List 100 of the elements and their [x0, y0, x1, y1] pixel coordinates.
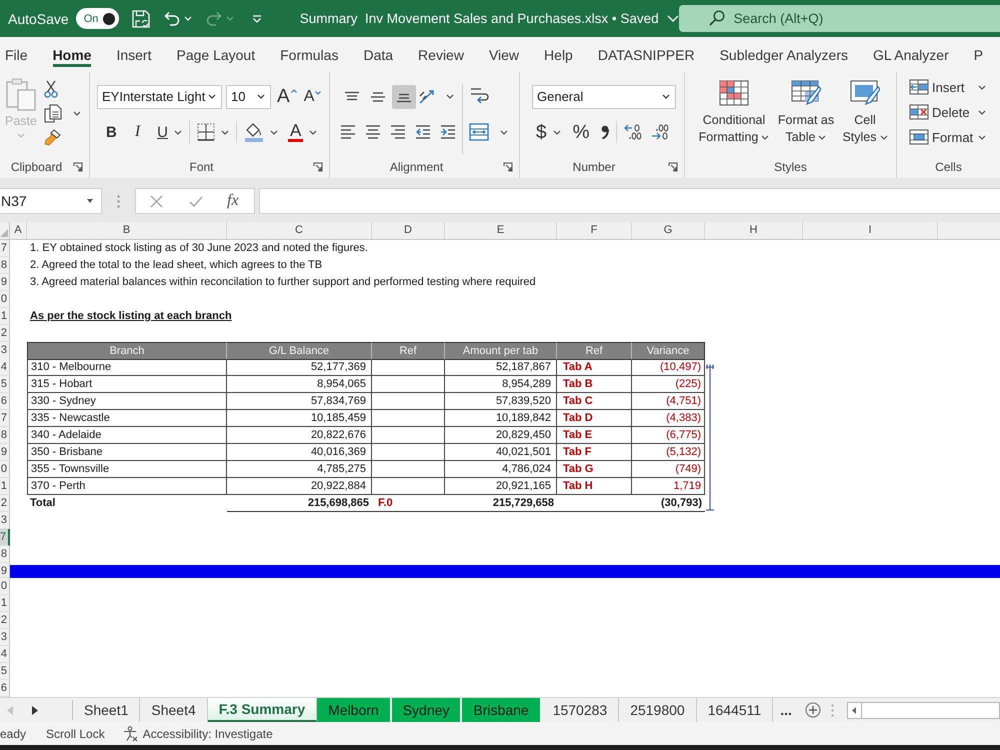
- ribbon-tab[interactable]: Data: [363, 37, 394, 67]
- underline-button[interactable]: U: [157, 124, 168, 140]
- row-header[interactable]: 6: [0, 680, 10, 697]
- row-header[interactable]: 7: [0, 410, 10, 427]
- sheet-tab[interactable]: Melborn: [317, 698, 392, 722]
- insert-cells-button[interactable]: Insert: [909, 78, 1000, 96]
- row-header[interactable]: 5: [0, 663, 10, 680]
- enter-checkmark-icon[interactable]: [189, 196, 203, 206]
- caret-icon[interactable]: [174, 130, 182, 134]
- caret-icon[interactable]: [73, 111, 81, 116]
- grip-icon[interactable]: [117, 194, 120, 208]
- row-header[interactable]: 0: [0, 461, 10, 478]
- column-header[interactable]: D: [372, 222, 445, 239]
- ribbon-tab[interactable]: Help: [544, 37, 573, 67]
- caret-icon[interactable]: [208, 94, 216, 99]
- search-field[interactable]: Search (Alt+Q): [678, 5, 1000, 32]
- dialog-launcher-icon[interactable]: [503, 162, 513, 172]
- caret-icon[interactable]: [500, 130, 508, 134]
- dialog-launcher-icon[interactable]: [668, 162, 678, 172]
- row-header[interactable]: 1: [0, 595, 10, 612]
- align-left-icon[interactable]: [340, 125, 356, 139]
- dialog-launcher-icon[interactable]: [313, 162, 323, 172]
- caret-icon[interactable]: [880, 135, 888, 140]
- number-format-dropdown[interactable]: General: [532, 84, 676, 108]
- row-header[interactable]: 4: [0, 359, 10, 376]
- ribbon-tab[interactable]: Subledger Analyzers: [720, 37, 848, 67]
- insert-function-button[interactable]: fx: [227, 192, 239, 210]
- font-size-dropdown[interactable]: 10: [226, 84, 271, 108]
- row-header[interactable]: 5: [0, 376, 10, 393]
- column-header[interactable]: H: [705, 222, 803, 239]
- grow-font-button[interactable]: A: [277, 87, 297, 106]
- caret-icon[interactable]: [662, 94, 670, 99]
- conditional-formatting-button[interactable]: Conditional Formatting: [697, 80, 771, 156]
- caret-icon[interactable]: [309, 130, 318, 134]
- decrease-indent-icon[interactable]: [415, 125, 431, 139]
- caret-icon[interactable]: [446, 94, 454, 99]
- more-sheets-button[interactable]: ...: [780, 702, 792, 718]
- italic-button[interactable]: I: [134, 124, 140, 140]
- scroll-right-icon[interactable]: [32, 706, 38, 714]
- row-header[interactable]: 9: [0, 444, 10, 461]
- ribbon-tab[interactable]: Review: [418, 37, 464, 67]
- ribbon-tab[interactable]: Insert: [116, 37, 152, 67]
- row-header[interactable]: 3: [0, 629, 10, 646]
- row-header[interactable]: 7: [0, 529, 10, 546]
- caret-icon[interactable]: [978, 84, 986, 90]
- copy-icon[interactable]: [44, 104, 62, 123]
- ribbon-tab[interactable]: Home: [52, 37, 92, 67]
- undo-icon[interactable]: [164, 10, 180, 26]
- increase-decimal-icon[interactable]: [624, 124, 642, 140]
- row-header[interactable]: 8: [0, 257, 10, 274]
- save-icon[interactable]: [132, 10, 150, 28]
- row-header[interactable]: 3: [0, 342, 10, 360]
- column-header[interactable]: F: [557, 222, 632, 239]
- font-color-button[interactable]: A: [288, 122, 304, 142]
- caret-icon[interactable]: [221, 130, 230, 134]
- scroll-left-icon[interactable]: [852, 706, 856, 714]
- sheet-tab[interactable]: Sydney: [392, 698, 462, 722]
- decrease-decimal-icon[interactable]: [651, 124, 670, 140]
- row-header[interactable]: 7: [0, 240, 10, 257]
- delete-cells-button[interactable]: Delete: [909, 103, 1000, 121]
- merge-center-icon[interactable]: [469, 123, 489, 141]
- bottom-align-icon[interactable]: [392, 84, 416, 108]
- ribbon-tab[interactable]: DATASNIPPER: [598, 37, 695, 67]
- grip-icon[interactable]: [830, 704, 834, 716]
- row-header[interactable]: 2: [0, 612, 10, 629]
- sheet-tab[interactable]: F.3 Summary: [208, 698, 318, 722]
- row-header[interactable]: 6: [0, 393, 10, 410]
- column-header[interactable]: A: [10, 222, 27, 239]
- row-header[interactable]: 4: [0, 646, 10, 663]
- autosave-toggle[interactable]: On: [76, 8, 119, 29]
- shrink-font-button[interactable]: A: [304, 88, 322, 104]
- column-header[interactable]: B: [27, 222, 227, 239]
- row-header[interactable]: 0: [0, 578, 10, 595]
- scissors-icon[interactable]: [44, 80, 58, 98]
- dialog-launcher-icon[interactable]: [73, 162, 83, 172]
- column-header[interactable]: G: [632, 222, 705, 239]
- row-header[interactable]: 8: [0, 427, 10, 444]
- formula-field[interactable]: [259, 188, 1000, 214]
- percent-button[interactable]: %: [572, 122, 590, 142]
- format-as-table-button[interactable]: Format as Table: [773, 80, 839, 156]
- align-center-icon[interactable]: [365, 125, 381, 139]
- comma-style-icon[interactable]: [601, 125, 610, 139]
- caret-icon[interactable]: [552, 130, 561, 134]
- caret-icon[interactable]: [761, 135, 770, 140]
- ribbon-tab[interactable]: Page Layout: [176, 37, 256, 67]
- wrap-text-icon[interactable]: [469, 86, 491, 106]
- currency-button[interactable]: $: [536, 122, 547, 142]
- column-header[interactable]: I: [803, 222, 938, 239]
- font-name-dropdown[interactable]: EYInterstate Light: [97, 84, 222, 108]
- ribbon-tab[interactable]: View: [488, 37, 520, 67]
- align-right-icon[interactable]: [390, 125, 406, 139]
- increase-indent-icon[interactable]: [440, 125, 456, 139]
- accessibility-icon[interactable]: [122, 726, 138, 742]
- column-header[interactable]: C: [227, 222, 372, 239]
- row-header[interactable]: 8: [0, 546, 10, 563]
- row-header[interactable]: 2: [0, 495, 10, 512]
- paintbrush-icon[interactable]: [44, 129, 61, 146]
- row-header[interactable]: 1: [0, 478, 10, 495]
- ribbon-tab[interactable]: Formulas: [280, 37, 338, 67]
- ribbon-tab[interactable]: GL Analyzer: [873, 37, 949, 67]
